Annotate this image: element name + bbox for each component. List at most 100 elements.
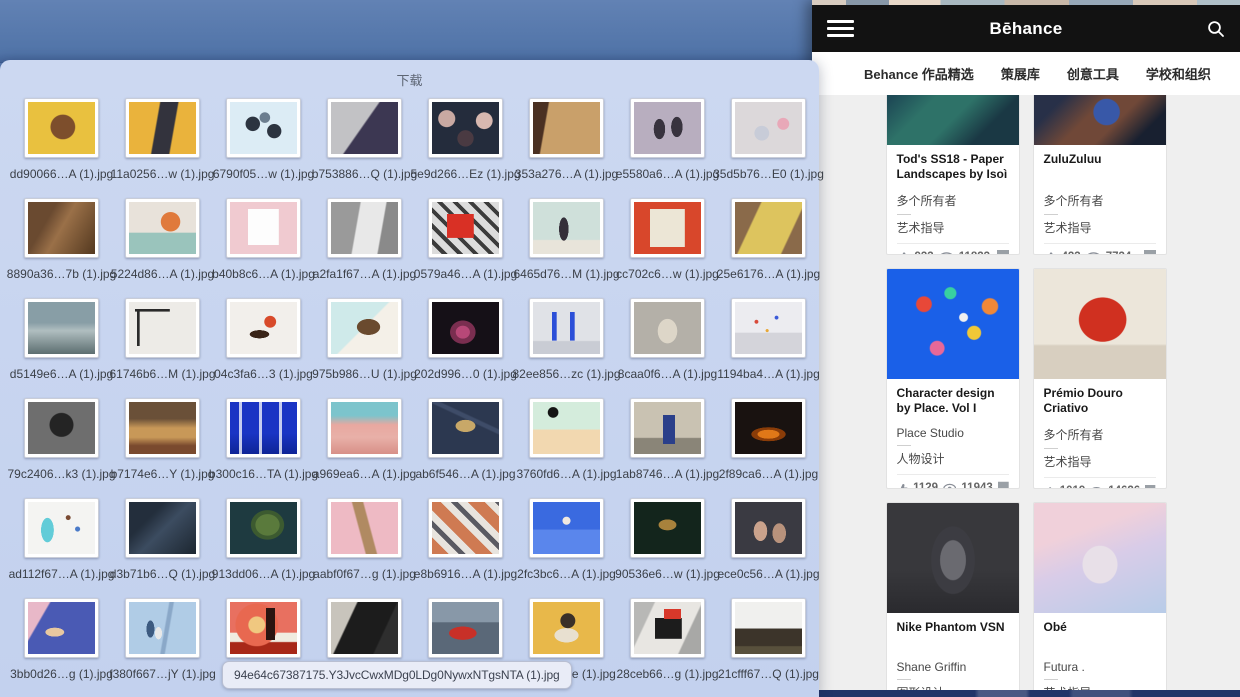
file-item[interactable]: 6465d76…M (1).jpg bbox=[513, 196, 620, 296]
file-item[interactable]: a969ea6…A (1).jpg bbox=[313, 396, 416, 496]
project-image[interactable] bbox=[886, 269, 1019, 379]
file-item[interactable]: 975b986…U (1).jpg bbox=[312, 296, 417, 396]
file-thumbnail-frame[interactable] bbox=[630, 298, 705, 358]
file-item[interactable]: dd90066…A (1).jpg bbox=[10, 96, 113, 196]
file-thumbnail[interactable] bbox=[533, 602, 600, 654]
file-thumbnail-frame[interactable] bbox=[630, 598, 705, 658]
file-item[interactable]: b40b8c6…A (1).jpg bbox=[212, 196, 315, 296]
project-image[interactable] bbox=[1033, 269, 1166, 379]
file-item[interactable]: 3bb0d26…g (1).jpg bbox=[10, 596, 113, 696]
file-thumbnail-frame[interactable] bbox=[731, 398, 806, 458]
project-image[interactable] bbox=[1033, 95, 1166, 145]
file-thumbnail[interactable] bbox=[533, 402, 600, 454]
file-thumbnail[interactable] bbox=[331, 602, 398, 654]
file-item[interactable]: 353a276…A (1).jpg bbox=[515, 96, 618, 196]
file-thumbnail[interactable] bbox=[735, 202, 802, 254]
file-item[interactable]: d3b71b6…Q (1).jpg bbox=[110, 496, 215, 596]
file-thumbnail-frame[interactable] bbox=[731, 498, 806, 558]
search-icon[interactable] bbox=[1197, 20, 1225, 38]
file-thumbnail[interactable] bbox=[129, 602, 196, 654]
file-thumbnail-frame[interactable] bbox=[428, 598, 503, 658]
file-thumbnail-frame[interactable] bbox=[24, 98, 99, 158]
file-thumbnail-frame[interactable] bbox=[24, 498, 99, 558]
file-thumbnail[interactable] bbox=[28, 102, 95, 154]
file-item[interactable]: 25e6176…A (1).jpg bbox=[717, 196, 820, 296]
project-card[interactable]: Tod's SS18 - Paper Landscapes by Isoì 多个… bbox=[885, 95, 1020, 255]
file-thumbnail-frame[interactable] bbox=[731, 98, 806, 158]
file-thumbnail-frame[interactable] bbox=[327, 298, 402, 358]
file-thumbnail[interactable] bbox=[735, 402, 802, 454]
file-thumbnail[interactable] bbox=[129, 502, 196, 554]
file-thumbnail[interactable] bbox=[533, 202, 600, 254]
file-item[interactable]: 1ab8746…A (1).jpg bbox=[616, 396, 719, 496]
file-thumbnail[interactable] bbox=[28, 202, 95, 254]
project-author[interactable]: Futura . bbox=[1044, 660, 1156, 674]
project-card[interactable]: Nike Phantom VSN Shane Griffin 图形设计 bbox=[885, 502, 1020, 690]
file-thumbnail[interactable] bbox=[230, 402, 297, 454]
project-title[interactable]: Obé bbox=[1044, 620, 1156, 650]
file-item[interactable]: 202d996…0 (1).jpg bbox=[414, 296, 517, 396]
file-thumbnail-frame[interactable] bbox=[731, 298, 806, 358]
file-item[interactable]: 2fc3bc6…A (1).jpg bbox=[516, 496, 617, 596]
file-thumbnail[interactable] bbox=[331, 402, 398, 454]
bookmark-icon[interactable] bbox=[996, 250, 1009, 255]
file-item[interactable]: 913dd06…A (1).jpg bbox=[212, 496, 315, 596]
file-item[interactable]: e8b6916…A (1).jpg bbox=[414, 496, 517, 596]
file-item[interactable]: 8890a36…7b (1).jpg bbox=[7, 196, 116, 296]
file-thumbnail[interactable] bbox=[230, 602, 297, 654]
file-item[interactable]: 8caa0f6…A (1).jpg bbox=[617, 296, 718, 396]
file-thumbnail[interactable] bbox=[28, 402, 95, 454]
file-thumbnail-frame[interactable] bbox=[24, 298, 99, 358]
project-image[interactable] bbox=[886, 95, 1019, 145]
file-item[interactable]: e5580a6…A (1).jpg bbox=[616, 96, 719, 196]
file-thumbnail-frame[interactable] bbox=[327, 398, 402, 458]
menu-icon[interactable] bbox=[827, 16, 855, 41]
file-item[interactable]: ece0c56…A (1).jpg bbox=[717, 496, 820, 596]
file-thumbnail-frame[interactable] bbox=[327, 98, 402, 158]
file-item[interactable]: f380f667…jY (1).jpg bbox=[109, 596, 216, 696]
file-thumbnail[interactable] bbox=[634, 602, 701, 654]
tab[interactable]: 策展库 bbox=[1001, 64, 1040, 83]
file-thumbnail-frame[interactable] bbox=[125, 598, 200, 658]
file-thumbnail-frame[interactable] bbox=[529, 398, 604, 458]
file-thumbnail-frame[interactable] bbox=[226, 598, 301, 658]
file-thumbnail[interactable] bbox=[129, 402, 196, 454]
file-thumbnail[interactable] bbox=[230, 102, 297, 154]
file-thumbnail[interactable] bbox=[735, 502, 802, 554]
file-thumbnail[interactable] bbox=[331, 202, 398, 254]
file-thumbnail-frame[interactable] bbox=[327, 498, 402, 558]
project-card[interactable]: Prémio Douro Criativo 多个所有者 艺术指导 1019 bbox=[1032, 268, 1167, 489]
file-item[interactable]: cc702c6…w (1).jpg bbox=[616, 196, 719, 296]
file-item[interactable]: b300c16…TA (1).jpg bbox=[209, 396, 318, 496]
file-thumbnail-frame[interactable] bbox=[529, 498, 604, 558]
file-thumbnail-frame[interactable] bbox=[731, 198, 806, 258]
file-item[interactable]: 5224d86…A (1).jpg bbox=[111, 196, 214, 296]
file-thumbnail-frame[interactable] bbox=[630, 198, 705, 258]
project-category[interactable]: 艺术指导 bbox=[1044, 453, 1156, 470]
project-image[interactable] bbox=[886, 503, 1019, 613]
file-thumbnail[interactable] bbox=[230, 202, 297, 254]
file-thumbnail-frame[interactable] bbox=[529, 198, 604, 258]
file-thumbnail[interactable] bbox=[634, 102, 701, 154]
file-thumbnail[interactable] bbox=[634, 202, 701, 254]
file-item[interactable]: 5e9d266…Ez (1).jpg bbox=[410, 96, 521, 196]
file-thumbnail-frame[interactable] bbox=[630, 398, 705, 458]
file-thumbnail[interactable] bbox=[432, 302, 499, 354]
file-item[interactable]: 04c3fa6…3 (1).jpg bbox=[213, 296, 314, 396]
file-thumbnail[interactable] bbox=[634, 402, 701, 454]
file-thumbnail[interactable] bbox=[634, 502, 701, 554]
file-thumbnail[interactable] bbox=[28, 602, 95, 654]
file-thumbnail[interactable] bbox=[533, 502, 600, 554]
file-thumbnail[interactable] bbox=[331, 302, 398, 354]
file-item[interactable]: 82ee856…zc (1).jpg bbox=[512, 296, 621, 396]
file-thumbnail[interactable] bbox=[533, 102, 600, 154]
file-item[interactable]: 79c2406…k3 (1).jpg bbox=[7, 396, 116, 496]
file-thumbnail-frame[interactable] bbox=[428, 198, 503, 258]
bookmark-icon[interactable] bbox=[1143, 250, 1156, 255]
file-thumbnail-frame[interactable] bbox=[125, 198, 200, 258]
file-thumbnail-frame[interactable] bbox=[24, 398, 99, 458]
file-thumbnail-frame[interactable] bbox=[125, 498, 200, 558]
file-thumbnail-frame[interactable] bbox=[125, 398, 200, 458]
project-card[interactable]: ZuluZuluu 多个所有者 艺术指导 423 bbox=[1032, 95, 1167, 255]
project-title[interactable]: Nike Phantom VSN bbox=[897, 620, 1009, 650]
